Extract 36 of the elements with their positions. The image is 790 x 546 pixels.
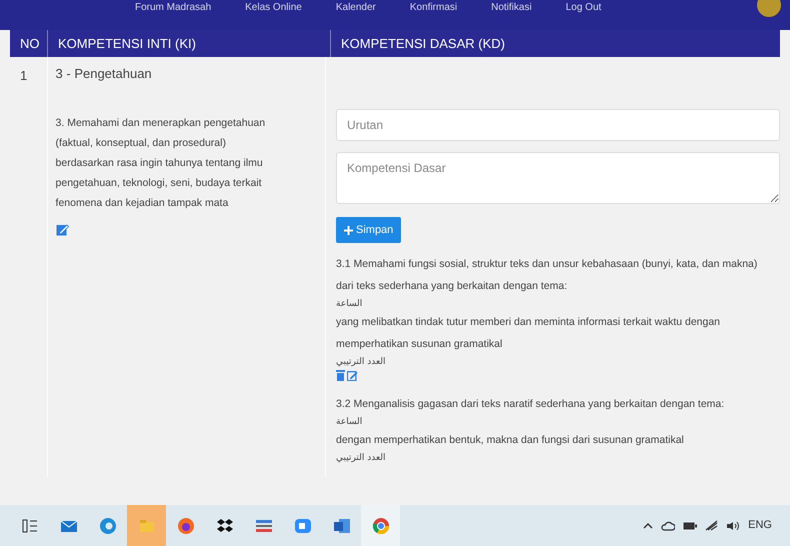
chrome-icon[interactable] (372, 516, 390, 534)
task-view-icon[interactable] (20, 516, 38, 534)
nav-link[interactable]: Konfirmasi (410, 2, 458, 14)
column-header: NO (19, 34, 40, 53)
arabic-term: العدد الترتيبي (336, 452, 386, 465)
edit-icon[interactable] (347, 370, 358, 381)
arabic-term: العدد الترتيبي (336, 356, 386, 369)
competency-text: dengan memperhatikan bentuk, makna dan fungsi dari susunan gramatikal (336, 433, 685, 448)
nav-link[interactable]: Kelas Online (245, 2, 302, 14)
arabic-term: الساعة (336, 416, 362, 429)
language-indicator[interactable]: ENG (748, 517, 772, 534)
nav-link[interactable]: Log Out (566, 2, 602, 14)
column-header: KOMPETENSI INTI (KI) (47, 30, 330, 57)
trash-icon[interactable] (336, 370, 345, 381)
nav-link[interactable]: Forum Madrasah (135, 2, 212, 14)
competency-text: yang melibatkan tindak tutur memberi dan meminta informasi terkait waktu dengan memperhatikan susunan gramatikal (336, 315, 722, 352)
wifi-icon[interactable] (705, 520, 718, 531)
competency-text: 3.1 Memahami fungsi sosial, struktur teks dan unsur kebahasaan (bunyi, kata, dan makna) dari teks sederhana yang berkaitan dengan tema: (336, 257, 758, 294)
save-button[interactable]: Simpan (336, 217, 402, 243)
competency-title: 3 - Pengetahuan (56, 64, 153, 83)
plus-icon (344, 226, 353, 234)
nav-link[interactable]: Kalender (336, 2, 376, 14)
battery-icon[interactable] (683, 522, 698, 530)
cloud-icon[interactable] (661, 520, 676, 530)
order-input[interactable]: Urutan (336, 109, 780, 141)
speaker-icon[interactable] (726, 520, 740, 530)
arabic-term: الساعة (336, 298, 362, 311)
edit-icon[interactable] (56, 223, 69, 236)
chevron-up-icon[interactable] (643, 522, 654, 529)
emblem-icon (756, 0, 782, 18)
nav-link[interactable]: Notifikasi (491, 2, 532, 14)
competency-input[interactable]: Kompetensi Dasar (336, 152, 780, 204)
competency-text: 3. Memahami dan menerapkan pengetahuan (faktual, konseptual, dan prosedural) berdasarkan rasa ingin tahunya tentang ilmu pengetahuan, teknologi, seni, budaya terkait fenomena dan kejadian tampak mata (56, 116, 266, 211)
column-header: KOMPETENSI DASAR (KD) (330, 30, 780, 57)
competency-text: 3.2 Menganalisis gagasan dari teks naratif sederhana yang berkaitan dengan tema: (336, 397, 726, 412)
row-number: 1 (19, 67, 28, 85)
